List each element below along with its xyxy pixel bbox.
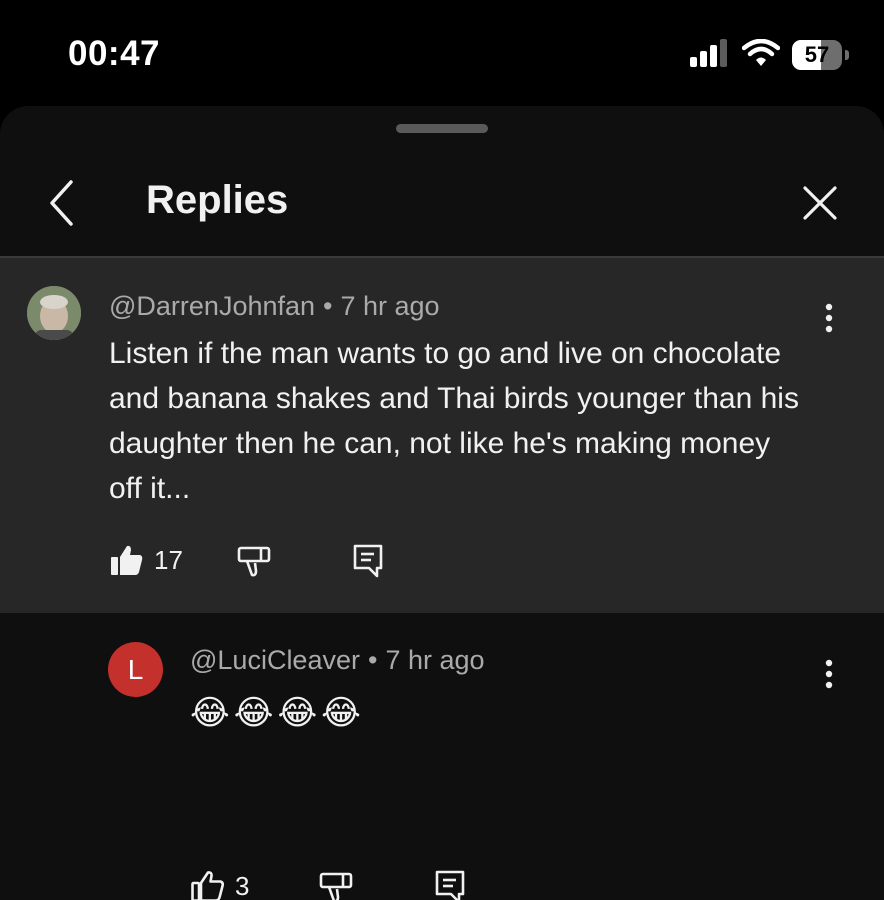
like-count: 17 (154, 544, 183, 575)
more-vert-icon (825, 659, 833, 689)
like-count: 3 (235, 870, 250, 900)
reply-text: 😂😂😂😂 (190, 694, 365, 732)
status-bar: 00:47 57 (0, 0, 884, 105)
reply-icon (353, 544, 383, 578)
status-time: 00:47 (68, 34, 161, 73)
close-icon (803, 186, 837, 220)
comment-time: 7 hr ago (340, 291, 440, 321)
like-button[interactable]: 17 (110, 544, 183, 576)
reply-menu-button[interactable] (814, 654, 844, 694)
like-icon (111, 545, 143, 575)
sheet-title: Replies (146, 178, 289, 222)
status-icons: 57 (690, 38, 849, 72)
close-button[interactable] (796, 178, 844, 228)
replies-sheet: Replies @DarrenJohnfan • 7 hr ago Listen… (0, 106, 884, 900)
dislike-icon (237, 546, 271, 577)
meta-separator: • (323, 291, 333, 321)
like-button[interactable]: 3 (191, 870, 249, 900)
back-arrow-icon (50, 180, 73, 226)
reply-meta: @LuciCleaver • 7 hr ago (190, 645, 485, 676)
comment-author[interactable]: @DarrenJohnfan (109, 291, 315, 321)
comment-text: Listen if the man wants to go and live o… (109, 337, 799, 505)
dislike-button[interactable] (237, 546, 271, 578)
like-icon (191, 871, 225, 900)
reply-icon (435, 870, 465, 900)
reply-author[interactable]: @LuciCleaver (190, 645, 360, 675)
reply-button[interactable] (353, 544, 383, 578)
screen: 00:47 57 Replies @DarrenJohnfan • 7 hr a… (0, 0, 884, 900)
signal-icon (690, 38, 730, 72)
sheet-grabber[interactable] (396, 124, 488, 133)
comment-meta: @DarrenJohnfan • 7 hr ago (109, 291, 440, 322)
more-vert-icon (825, 303, 833, 333)
highlighted-comment: @DarrenJohnfan • 7 hr ago Listen if the ma… (0, 258, 884, 613)
comment-menu-button[interactable] (814, 298, 844, 338)
reply-time: 7 hr ago (385, 645, 485, 675)
wifi-icon (741, 38, 781, 72)
avatar[interactable]: L (108, 642, 163, 697)
meta-separator: • (367, 645, 378, 675)
avatar[interactable] (27, 286, 81, 340)
battery-icon: 57 (792, 40, 849, 70)
battery-level: 57 (804, 42, 830, 67)
dislike-button[interactable] (319, 872, 353, 900)
back-button[interactable] (38, 178, 86, 228)
reply-button[interactable] (435, 870, 465, 900)
dislike-icon (319, 872, 353, 900)
reply-comment: L @LuciCleaver • 7 hr ago 😂😂😂😂 3 (0, 613, 884, 900)
